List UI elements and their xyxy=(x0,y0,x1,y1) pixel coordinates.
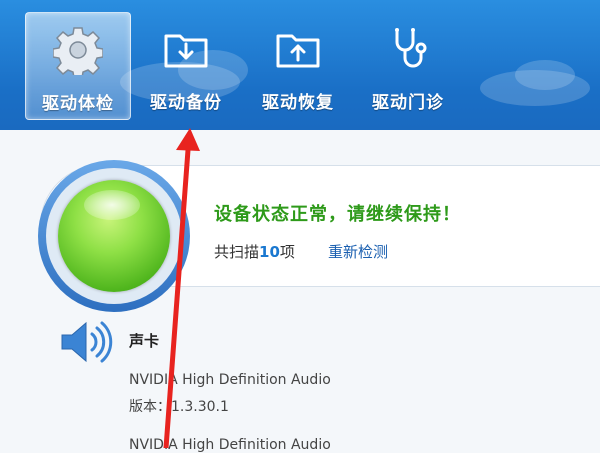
scan-prefix: 共扫描 xyxy=(214,243,260,261)
speaker-icon xyxy=(61,321,113,363)
status-indicator-ring xyxy=(38,160,190,312)
nav-item-driver-backup[interactable]: 驱动备份 xyxy=(134,12,238,118)
device-name: NVIDIA High Definition Audio xyxy=(129,372,331,388)
download-folder-icon xyxy=(164,34,208,68)
nav-item-driver-checkup[interactable]: 驱动体检 xyxy=(25,12,131,120)
stethoscope-icon xyxy=(395,28,427,68)
scan-summary: 共扫描10项 xyxy=(214,241,295,262)
nav-label-driver-backup: 驱动备份 xyxy=(150,93,222,113)
section-title-sound-card: 声卡 xyxy=(129,332,160,350)
nav-label-driver-clinic: 驱动门诊 xyxy=(372,93,444,113)
cloud-decoration xyxy=(515,60,575,90)
nav-item-driver-clinic[interactable]: 驱动门诊 xyxy=(356,12,460,118)
nav-label-driver-checkup: 驱动体检 xyxy=(42,94,114,114)
scan-suffix: 项 xyxy=(279,243,295,261)
status-ok-ball xyxy=(58,180,170,292)
status-message: 设备状态正常，请继续保持！ xyxy=(214,204,461,225)
scan-count: 10 xyxy=(259,243,280,261)
upload-folder-icon xyxy=(276,34,320,68)
nav-item-driver-restore[interactable]: 驱动恢复 xyxy=(246,12,350,118)
nav-label-driver-restore: 驱动恢复 xyxy=(262,93,334,113)
rescan-link[interactable]: 重新检测 xyxy=(328,241,388,262)
gear-icon xyxy=(53,27,103,75)
device-version: 版本：1.3.30.1 xyxy=(129,399,229,415)
device-name: NVIDIA High Definition Audio xyxy=(129,437,331,453)
header-toolbar: 驱动体检 驱动备份 驱动恢复 驱动门诊 xyxy=(0,0,600,130)
